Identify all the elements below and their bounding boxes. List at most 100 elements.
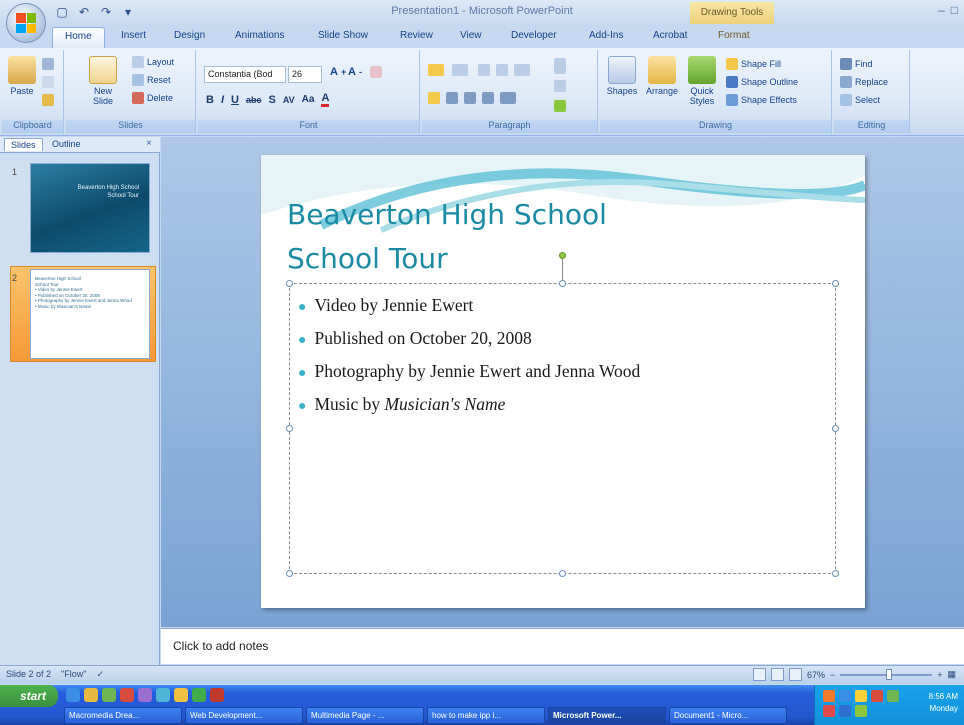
- app-icon[interactable]: [102, 688, 116, 702]
- fit-to-window-icon[interactable]: ▦: [947, 669, 956, 680]
- slide-1-thumbnail[interactable]: Beaverton High School School Tour: [30, 163, 150, 253]
- start-button[interactable]: start: [0, 685, 58, 707]
- app-icon[interactable]: [156, 688, 170, 702]
- tab-insert[interactable]: Insert: [121, 30, 146, 41]
- align-right-icon[interactable]: [464, 92, 476, 104]
- taskbar-item[interactable]: Document1 - Micro...: [669, 707, 787, 724]
- format-painter-icon[interactable]: [42, 94, 54, 106]
- shrink-font-icon[interactable]: A-: [348, 66, 362, 78]
- shape-outline-button[interactable]: Shape Outline: [726, 76, 798, 88]
- folder-icon[interactable]: [84, 688, 98, 702]
- resize-handle[interactable]: [286, 280, 293, 287]
- tab-developer[interactable]: Developer: [511, 30, 557, 41]
- notes-pane[interactable]: Click to add notes: [161, 628, 964, 664]
- decrease-indent-icon[interactable]: [478, 64, 490, 76]
- slide-2-thumbnail[interactable]: Beaverton High School School Tour • Vide…: [30, 269, 150, 359]
- tab-animations[interactable]: Animations: [235, 30, 284, 41]
- font-size-combo[interactable]: 26: [288, 66, 322, 83]
- strikethrough-button[interactable]: abc: [246, 95, 262, 105]
- rotate-handle[interactable]: [559, 252, 566, 259]
- tab-add-ins[interactable]: Add-Ins: [589, 30, 623, 41]
- zoom-in-icon[interactable]: +: [937, 670, 942, 680]
- app-icon[interactable]: [192, 688, 206, 702]
- tray-icon[interactable]: [855, 690, 867, 702]
- cut-icon[interactable]: [42, 58, 54, 70]
- grow-font-icon[interactable]: A +: [330, 66, 346, 78]
- change-case-button[interactable]: Aa: [302, 94, 315, 105]
- taskbar-item[interactable]: Web Development...: [185, 707, 303, 724]
- tab-design[interactable]: Design: [174, 30, 205, 41]
- quick-styles-button[interactable]: Quick Styles: [684, 56, 720, 106]
- spell-check-icon[interactable]: ✓: [96, 669, 104, 680]
- tray-icon[interactable]: [823, 705, 835, 717]
- tray-icon[interactable]: [855, 705, 867, 717]
- copy-icon[interactable]: [42, 76, 54, 88]
- maximize-icon[interactable]: □: [951, 3, 958, 17]
- taskbar-item[interactable]: Macromedia Drea...: [64, 707, 182, 724]
- reset-button[interactable]: Reset: [132, 74, 171, 86]
- slide-title[interactable]: Beaverton High School School Tour: [287, 193, 607, 281]
- normal-view-icon[interactable]: [752, 668, 766, 681]
- tab-format[interactable]: Format: [718, 30, 750, 41]
- resize-handle[interactable]: [286, 425, 293, 432]
- ie-icon[interactable]: [66, 688, 80, 702]
- shape-fill-button[interactable]: Shape Fill: [726, 58, 781, 70]
- zoom-level[interactable]: 67%: [807, 670, 825, 680]
- shadow-button[interactable]: S: [268, 94, 275, 106]
- align-left-icon[interactable]: [428, 92, 440, 104]
- new-slide-button[interactable]: New Slide: [88, 56, 118, 106]
- tray-icon[interactable]: [839, 690, 851, 702]
- taskbar-item[interactable]: Multimedia Page - ...: [306, 707, 424, 724]
- tab-acrobat[interactable]: Acrobat: [653, 30, 687, 41]
- zoom-slider-knob[interactable]: [886, 668, 893, 680]
- office-button[interactable]: [6, 3, 46, 43]
- app-icon[interactable]: [210, 688, 224, 702]
- shape-effects-button[interactable]: Shape Effects: [726, 94, 797, 106]
- underline-button[interactable]: U: [231, 94, 239, 106]
- clear-formatting-icon[interactable]: [370, 66, 382, 78]
- tab-home[interactable]: Home: [52, 27, 105, 48]
- bullets-icon[interactable]: [428, 64, 444, 76]
- find-button[interactable]: Find: [840, 58, 873, 70]
- align-center-icon[interactable]: [446, 92, 458, 104]
- close-icon[interactable]: ×: [146, 138, 152, 149]
- taskbar-item-active[interactable]: Microsoft Power...: [548, 707, 666, 724]
- zoom-slider[interactable]: [840, 668, 933, 680]
- app-icon[interactable]: [174, 688, 188, 702]
- zoom-out-icon[interactable]: −: [830, 670, 835, 680]
- slide-sorter-icon[interactable]: [770, 668, 784, 681]
- select-button[interactable]: Select: [840, 94, 880, 106]
- slide-canvas[interactable]: Beaverton High School School Tour ● Video…: [261, 155, 865, 608]
- smartart-icon[interactable]: [554, 100, 566, 112]
- increase-indent-icon[interactable]: [496, 64, 508, 76]
- font-color-button[interactable]: A: [321, 92, 330, 107]
- shapes-button[interactable]: Shapes: [604, 56, 640, 96]
- tab-slides[interactable]: Slides: [4, 138, 43, 151]
- paste-button[interactable]: Paste: [8, 56, 36, 96]
- clock[interactable]: 8:56 AM Monday: [929, 691, 958, 715]
- resize-handle[interactable]: [559, 280, 566, 287]
- delete-button[interactable]: Delete: [132, 92, 173, 104]
- font-name-combo[interactable]: Constantia (Bod: [204, 66, 286, 83]
- content-placeholder[interactable]: ● Video by Jennie Ewert ● Published on Oct…: [286, 280, 839, 577]
- text-direction-icon[interactable]: [554, 58, 566, 74]
- replace-button[interactable]: Replace: [840, 76, 888, 88]
- app-icon[interactable]: [138, 688, 152, 702]
- align-text-icon[interactable]: [554, 80, 566, 92]
- tray-icon[interactable]: [839, 705, 851, 717]
- tab-view[interactable]: View: [460, 30, 482, 41]
- slide-show-icon[interactable]: [788, 668, 802, 681]
- justify-icon[interactable]: [482, 92, 494, 104]
- resize-handle[interactable]: [286, 570, 293, 577]
- tray-icon[interactable]: [871, 690, 883, 702]
- tray-icon[interactable]: [887, 690, 899, 702]
- minimize-icon[interactable]: –: [938, 3, 945, 17]
- tab-outline[interactable]: Outline: [46, 138, 87, 150]
- columns-icon[interactable]: [500, 92, 516, 104]
- italic-button[interactable]: I: [221, 94, 224, 106]
- resize-handle[interactable]: [832, 280, 839, 287]
- layout-button[interactable]: Layout: [132, 56, 174, 68]
- bold-button[interactable]: B: [206, 94, 214, 106]
- arrange-button[interactable]: Arrange: [642, 56, 682, 96]
- resize-handle[interactable]: [559, 570, 566, 577]
